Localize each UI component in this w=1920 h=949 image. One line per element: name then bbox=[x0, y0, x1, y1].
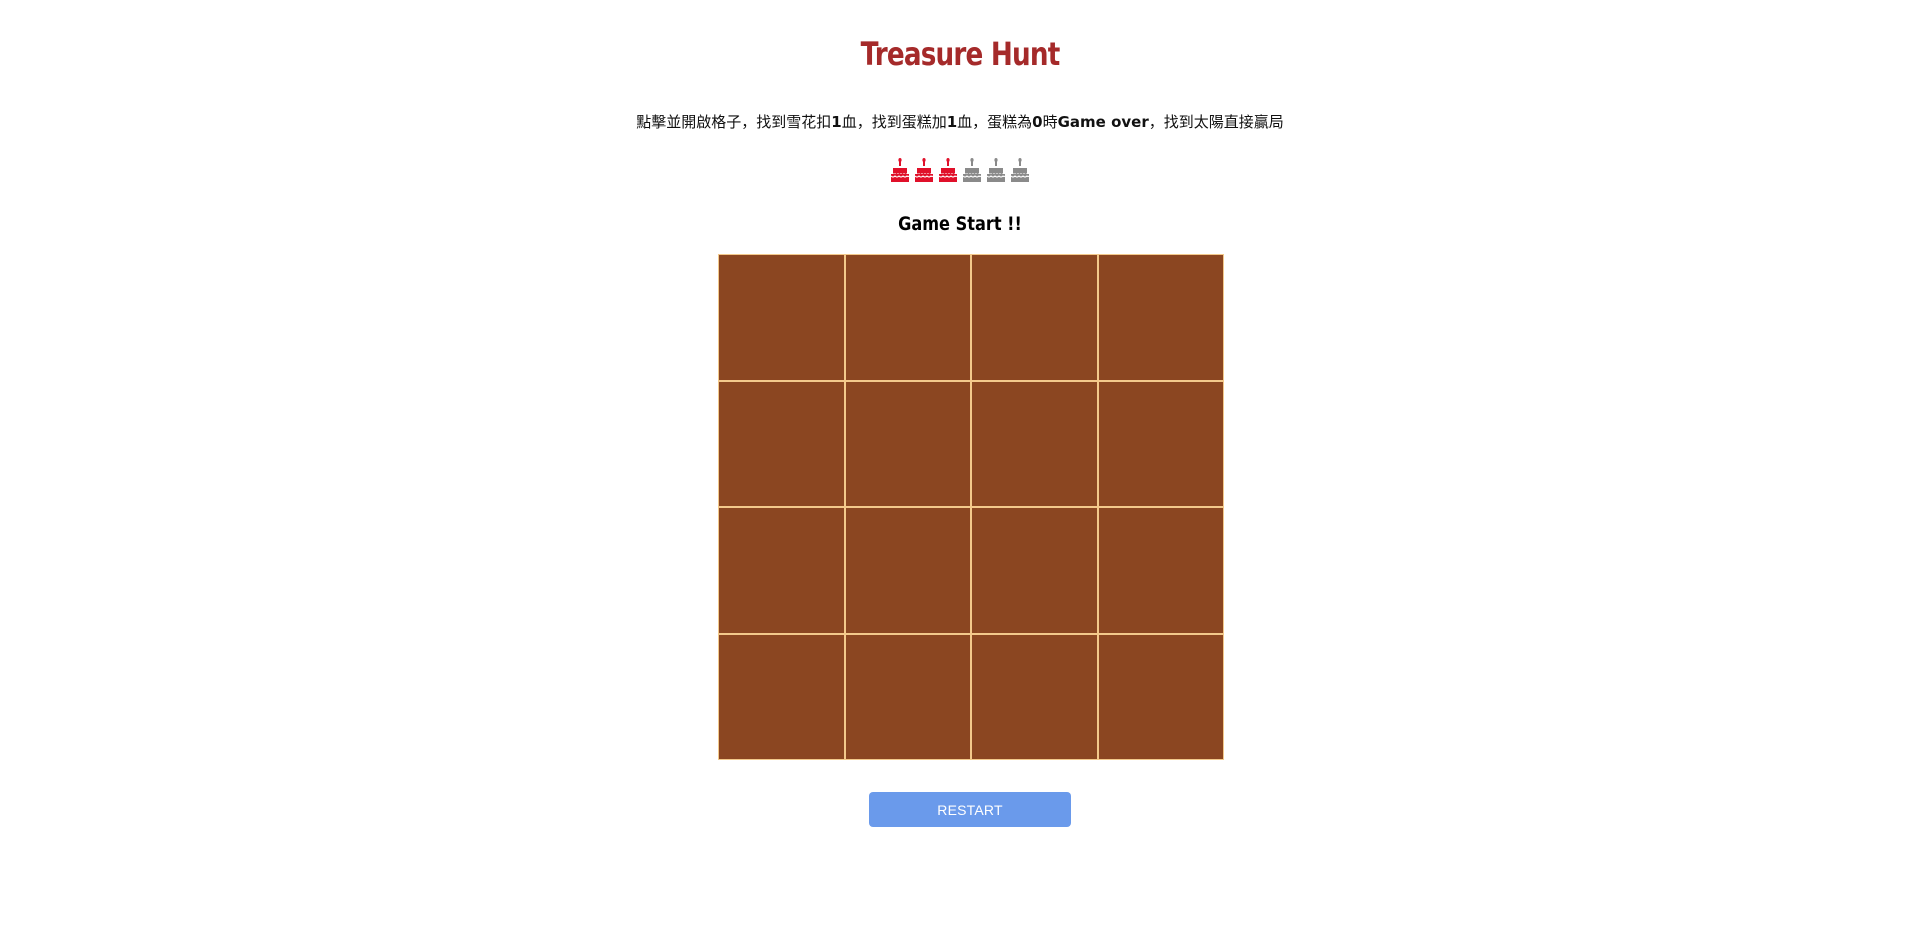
board-cell[interactable] bbox=[845, 381, 970, 506]
cake-icon bbox=[986, 158, 1006, 182]
instructions-number-2: 1 bbox=[946, 113, 958, 131]
instructions-game-over: Game over bbox=[1057, 113, 1149, 131]
board-cell[interactable] bbox=[1098, 381, 1223, 506]
board-cell[interactable] bbox=[1098, 508, 1223, 633]
game-page: Treasure Hunt 點擊並開啟格子，找到雪花扣1血，找到蛋糕加1血，蛋糕… bbox=[0, 0, 1920, 949]
game-board bbox=[718, 254, 1224, 760]
restart-button[interactable]: RESTART bbox=[869, 792, 1071, 827]
board-cell[interactable] bbox=[972, 381, 1097, 506]
board-cell[interactable] bbox=[1098, 634, 1223, 759]
lives-bar bbox=[0, 158, 1920, 186]
instructions-part-1: 點擊並開啟格子，找到雪花扣 bbox=[636, 113, 832, 131]
instructions-number-1: 1 bbox=[831, 113, 842, 131]
cake-icon bbox=[914, 158, 934, 182]
instructions-part-2: 血，找到蛋糕加 bbox=[841, 113, 947, 131]
instructions-part-4: 時 bbox=[1042, 113, 1058, 131]
board-cell[interactable] bbox=[719, 634, 844, 759]
board-cell[interactable] bbox=[972, 508, 1097, 633]
cake-icon bbox=[890, 158, 910, 182]
board-cell[interactable] bbox=[845, 634, 970, 759]
game-status: Game Start !! bbox=[898, 213, 1022, 235]
instructions-number-3: 0 bbox=[1032, 113, 1043, 131]
board-cell[interactable] bbox=[719, 381, 844, 506]
cake-icon bbox=[938, 158, 958, 182]
cake-icon bbox=[962, 158, 982, 182]
board-cell[interactable] bbox=[845, 508, 970, 633]
board-cell[interactable] bbox=[845, 255, 970, 380]
board-cell[interactable] bbox=[719, 255, 844, 380]
instructions-part-3: 血，蛋糕為 bbox=[957, 113, 1033, 131]
board-cell[interactable] bbox=[1098, 255, 1223, 380]
board-cell[interactable] bbox=[972, 255, 1097, 380]
page-title: Treasure Hunt bbox=[860, 35, 1061, 73]
cake-icon bbox=[1010, 158, 1030, 182]
board-cell[interactable] bbox=[719, 508, 844, 633]
instructions-text: 點擊並開啟格子，找到雪花扣1血，找到蛋糕加1血，蛋糕為0時Game over，找… bbox=[0, 110, 1920, 134]
board-cell[interactable] bbox=[972, 634, 1097, 759]
instructions-part-5: ，找到太陽直接贏局 bbox=[1148, 113, 1284, 131]
